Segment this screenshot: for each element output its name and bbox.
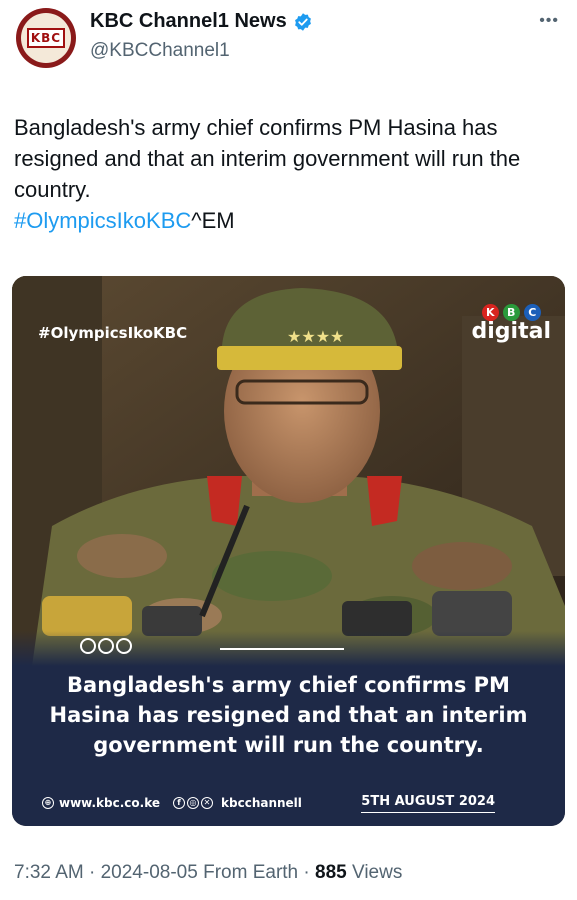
website-text: www.kbc.co.ke [59,796,161,810]
handle[interactable]: @KBCChannel1 [90,40,230,62]
circle-icon [98,638,114,654]
social-handle: kbcchannell [221,796,302,810]
avatar[interactable]: KBC [16,8,76,68]
avatar-inner: KBC [21,13,71,63]
image-headline: Bangladesh's army chief confirms PM Hasi… [49,673,528,757]
overlay-hashtag: #OlympicsIkoKBC [38,324,188,342]
kbc-logo: KBC [26,28,66,48]
digital-wordmark: digital [471,319,551,344]
instagram-icon: ◎ [187,797,200,809]
media-image[interactable]: ★★★★ #OlympicsIkoKBC K B C digital Bangl… [12,276,565,826]
verified-badge-icon [294,12,311,31]
caption-divider [220,648,344,650]
circle-icon [80,638,96,654]
tweet-text: Bangladesh's army chief confirms PM Hasi… [14,112,554,236]
tweet-source: From Earth [203,862,299,883]
svg-text:★★★★: ★★★★ [287,327,344,346]
tweet-date[interactable]: 2024-08-05 [101,862,198,883]
more-options-icon[interactable]: ••• [539,12,559,30]
tweet-time[interactable]: 7:32 AM [14,862,84,883]
views-label: Views [352,862,403,883]
x-icon: ✕ [201,797,214,809]
image-footer: ⊕ www.kbc.co.ke f ◎ ✕ kbcchannell [42,796,302,810]
tweet-meta: 7:32 AM · 2024-08-05 From Earth · 885 Vi… [14,862,403,883]
image-date: 5TH AUGUST 2024 [361,794,495,813]
social-icons: f ◎ ✕ [173,797,214,809]
display-name[interactable]: KBC Channel1 News [90,10,287,33]
tweet-suffix: ^EM [191,208,235,233]
decorative-circles [80,638,132,654]
kbc-digital-logo: K B C digital [472,304,551,344]
views-count: 885 [315,862,347,883]
globe-icon: ⊕ [42,797,54,809]
circle-icon [116,638,132,654]
hashtag-link[interactable]: #OlympicsIkoKBC [14,208,191,233]
name-row: KBC Channel1 News [90,10,313,33]
tweet-body: Bangladesh's army chief confirms PM Hasi… [14,115,521,202]
facebook-icon: f [173,797,186,809]
